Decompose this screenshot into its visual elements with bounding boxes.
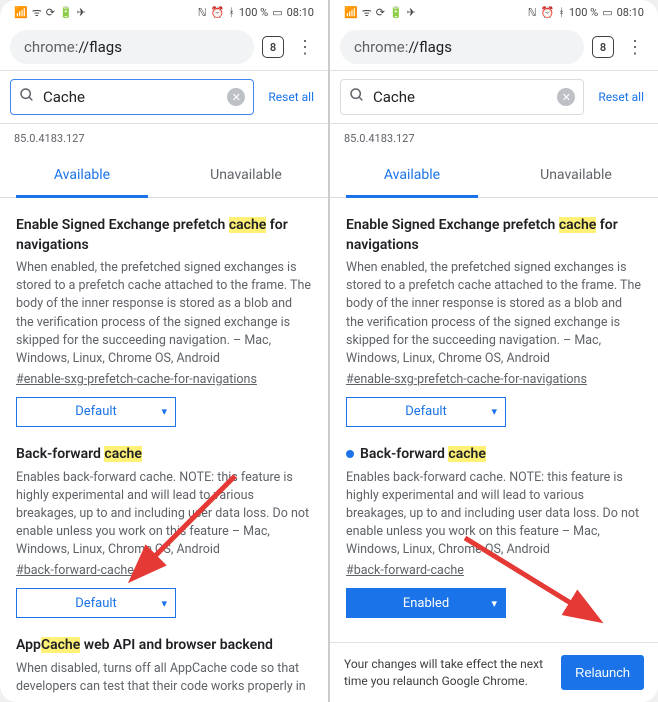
- search-query: Cache: [43, 88, 227, 106]
- flag-hash[interactable]: #back-forward-cache: [16, 563, 134, 578]
- nfc-icon: ℕ: [198, 6, 207, 19]
- alarm-icon: ⏰: [541, 6, 555, 19]
- url-bar[interactable]: chrome://flags: [10, 30, 254, 64]
- flag-hash[interactable]: #back-forward-cache: [346, 563, 464, 578]
- url-scheme: chrome:: [354, 38, 408, 56]
- search-input[interactable]: Cache ✕: [10, 79, 254, 115]
- flag-select-bfcache[interactable]: Enabled: [346, 588, 506, 618]
- version-text: 85.0.4183.127: [0, 124, 328, 147]
- tab-available[interactable]: Available: [330, 153, 494, 197]
- relaunch-message: Your changes will take effect the next t…: [344, 656, 551, 690]
- flag-select-sxg[interactable]: Default: [346, 397, 506, 427]
- flag-hash[interactable]: #enable-sxg-prefetch-cache-for-navigatio…: [346, 372, 587, 387]
- search-query: Cache: [373, 88, 557, 106]
- tab-unavailable[interactable]: Unavailable: [494, 153, 658, 197]
- signal-icon: 📶: [14, 6, 28, 19]
- menu-dots-icon[interactable]: ⋮: [622, 37, 648, 58]
- flag-select-sxg[interactable]: Default: [16, 397, 176, 427]
- telegram-icon: ✈: [407, 6, 416, 19]
- clock: 08:10: [287, 6, 314, 19]
- search-icon: [349, 87, 365, 107]
- flag-desc: When disabled, turns off all AppCache co…: [16, 660, 312, 696]
- url-scheme: chrome:: [24, 38, 78, 56]
- battery-pct: 100 %: [239, 6, 268, 19]
- phone-left: 📶 ᯤ ⟳ 🔋 ✈ ℕ ⏰ ᚼ 100 % ▭ 08:10 chrome://f…: [0, 0, 328, 702]
- signal-icon: 📶: [344, 6, 358, 19]
- flag-hash[interactable]: #enable-sxg-prefetch-cache-for-navigatio…: [16, 372, 257, 387]
- tab-unavailable[interactable]: Unavailable: [164, 153, 328, 197]
- bluetooth-icon: ᚼ: [228, 6, 235, 19]
- battery-pct: 100 %: [569, 6, 598, 19]
- wifi-icon: ᯤ: [362, 5, 372, 20]
- reset-all-button[interactable]: Reset all: [594, 86, 648, 108]
- flag-desc: When enabled, the prefetched signed exch…: [16, 259, 312, 368]
- flag-sxg-prefetch: Enable Signed Exchange prefetch cache fo…: [346, 216, 642, 427]
- flag-bfcache: Back-forward cache Enables back-forward …: [346, 445, 642, 618]
- tab-count-button[interactable]: 8: [262, 36, 284, 58]
- status-bar: 📶 ᯤ ⟳ 🔋 ✈ ℕ ⏰ ᚼ 100 % ▭ 08:10: [0, 0, 328, 24]
- flag-appcache: AppCache web API and browser backend Whe…: [16, 636, 312, 696]
- flag-desc: Enables back-forward cache. NOTE: this f…: [16, 469, 312, 560]
- relaunch-button[interactable]: Relaunch: [561, 655, 644, 690]
- battery-icon: 🔋: [59, 6, 73, 19]
- url-bar[interactable]: chrome://flags: [340, 30, 584, 64]
- search-input[interactable]: Cache ✕: [340, 79, 584, 115]
- battery-bar-icon: ▭: [602, 6, 612, 19]
- tab-available[interactable]: Available: [0, 153, 164, 197]
- clock: 08:10: [617, 6, 644, 19]
- tab-count-button[interactable]: 8: [592, 36, 614, 58]
- battery-icon: 🔋: [389, 6, 403, 19]
- sync-icon: ⟳: [376, 6, 385, 19]
- alarm-icon: ⏰: [211, 6, 225, 19]
- wifi-icon: ᯤ: [32, 5, 42, 20]
- menu-dots-icon[interactable]: ⋮: [292, 37, 318, 58]
- nfc-icon: ℕ: [528, 6, 537, 19]
- clear-search-icon[interactable]: ✕: [557, 88, 575, 106]
- relaunch-bar: Your changes will take effect the next t…: [330, 642, 658, 702]
- battery-bar-icon: ▭: [272, 6, 282, 19]
- status-bar: 📶 ᯤ ⟳ 🔋 ✈ ℕ ⏰ ᚼ 100 % ▭ 08:10: [330, 0, 658, 24]
- url-path: //flags: [408, 38, 452, 56]
- sync-icon: ⟳: [46, 6, 55, 19]
- telegram-icon: ✈: [77, 6, 86, 19]
- reset-all-button[interactable]: Reset all: [264, 86, 318, 108]
- phone-right: 📶 ᯤ ⟳ 🔋 ✈ ℕ ⏰ ᚼ 100 % ▭ 08:10 chrome://f…: [330, 0, 658, 702]
- url-path: //flags: [78, 38, 122, 56]
- flag-desc: When enabled, the prefetched signed exch…: [346, 259, 642, 368]
- flag-bfcache: Back-forward cache Enables back-forward …: [16, 445, 312, 618]
- bluetooth-icon: ᚼ: [558, 6, 565, 19]
- flag-desc: Enables back-forward cache. NOTE: this f…: [346, 469, 642, 560]
- version-text: 85.0.4183.127: [330, 124, 658, 147]
- changed-dot-icon: [346, 450, 354, 458]
- search-icon: [19, 87, 35, 107]
- clear-search-icon[interactable]: ✕: [227, 88, 245, 106]
- flag-sxg-prefetch: Enable Signed Exchange prefetch cache fo…: [16, 216, 312, 427]
- flag-select-bfcache[interactable]: Default: [16, 588, 176, 618]
